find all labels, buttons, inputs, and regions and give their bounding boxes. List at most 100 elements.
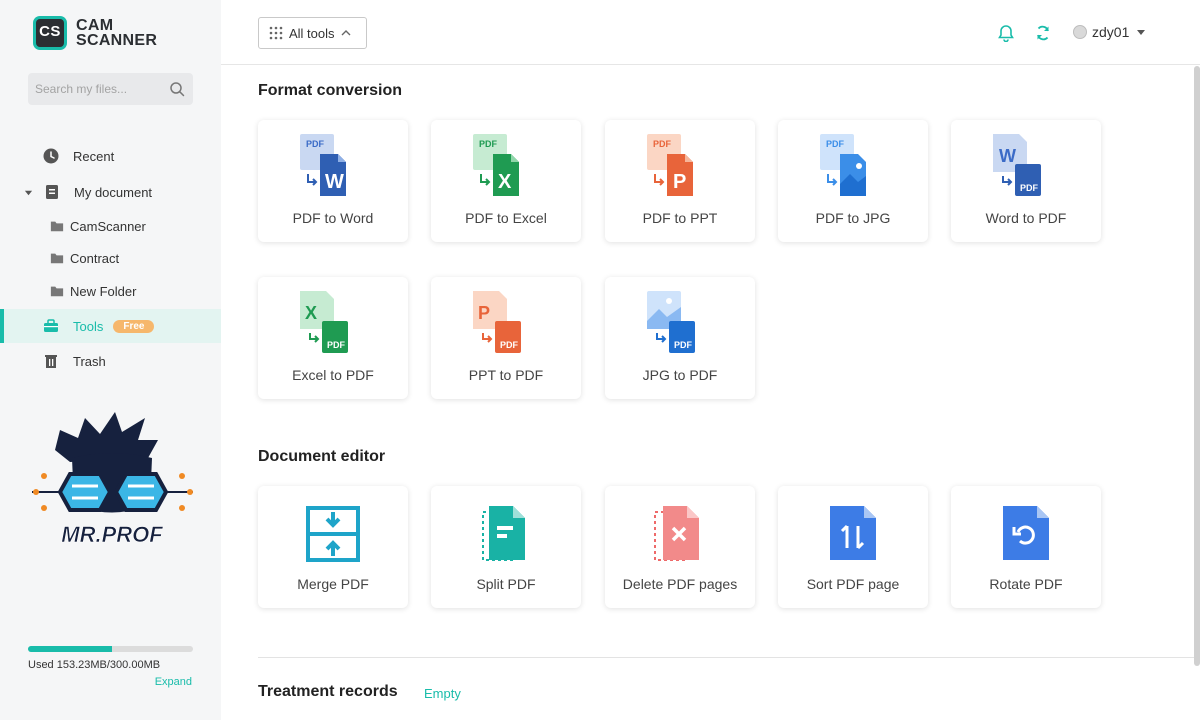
rotate-pdf-icon — [1003, 506, 1049, 560]
tool-label: Merge PDF — [297, 576, 369, 592]
svg-text:PDF: PDF — [500, 340, 519, 350]
tool-card-ppt-to-pdf[interactable]: P PDF PPT to PDF — [431, 277, 581, 399]
svg-text:X: X — [305, 303, 317, 323]
svg-text:MR.PROF: MR.PROF — [61, 522, 163, 547]
records-status: Empty — [424, 686, 461, 701]
tool-card-rotate-pdf[interactable]: Rotate PDF — [951, 486, 1101, 608]
sidebar-item-label: Contract — [70, 250, 120, 266]
svg-text:P: P — [478, 303, 490, 323]
tool-card-split-pdf[interactable]: Split PDF — [431, 486, 581, 608]
chevron-up-icon — [341, 30, 351, 36]
sidebar-item-contract[interactable]: Contract — [0, 242, 221, 274]
sidebar-item-label: Tools — [73, 318, 104, 334]
pdf-to-ppt-icon: PDF P — [647, 134, 693, 196]
svg-text:PDF: PDF — [826, 139, 845, 149]
toolbox-icon — [44, 319, 58, 332]
tool-label: Sort PDF page — [806, 576, 900, 592]
storage-bar-fill — [28, 646, 113, 652]
search-input[interactable] — [28, 73, 163, 105]
tool-card-merge-pdf[interactable]: Merge PDF — [258, 486, 408, 608]
tool-label: PDF to Excel — [465, 210, 547, 226]
bell-icon[interactable] — [997, 24, 1015, 42]
tool-label: PDF to Word — [292, 210, 374, 226]
sidebar-item-label: My document — [74, 184, 153, 200]
search-box — [28, 73, 193, 105]
sidebar-item-my-document[interactable]: My document — [0, 176, 221, 208]
tool-label: PDF to PPT — [642, 210, 718, 226]
tool-label: Rotate PDF — [989, 576, 1063, 592]
storage-indicator: Used 153.23MB/300.00MB Expand — [28, 646, 193, 688]
svg-text:PDF: PDF — [327, 340, 346, 350]
sidebar: CS CAM SCANNER Recent My document CamSca… — [0, 0, 221, 720]
svg-text:P: P — [673, 171, 686, 193]
storage-used-text: Used 153.23MB/300.00MB — [28, 659, 161, 671]
folder-icon — [50, 286, 64, 297]
pdf-to-excel-icon: PDF X — [473, 134, 519, 196]
delete-pages-icon — [654, 506, 699, 561]
caret-down-icon[interactable] — [24, 188, 33, 197]
section-divider — [258, 657, 1200, 658]
storage-bar — [28, 646, 193, 652]
tool-card-pdf-to-excel[interactable]: PDF X PDF to Excel — [431, 120, 581, 242]
trash-icon — [45, 355, 57, 368]
svg-text:PDF: PDF — [653, 139, 672, 149]
svg-text:W: W — [325, 171, 344, 193]
document-icon — [46, 185, 58, 199]
ppt-to-pdf-icon: P PDF — [473, 291, 521, 353]
sidebar-item-camscanner[interactable]: CamScanner — [0, 210, 221, 242]
folder-icon — [50, 253, 64, 264]
tool-card-word-to-pdf[interactable]: W PDF Word to PDF — [951, 120, 1101, 242]
grid-icon — [269, 26, 283, 40]
sidebar-item-label: CamScanner — [70, 218, 146, 234]
tool-label: Word to PDF — [985, 210, 1067, 226]
all-tools-button[interactable]: All tools — [258, 17, 367, 49]
tool-label: JPG to PDF — [642, 367, 718, 383]
tool-card-excel-to-pdf[interactable]: X PDF Excel to PDF — [258, 277, 408, 399]
free-badge: Free — [113, 319, 155, 333]
clock-icon — [43, 148, 59, 164]
avatar — [1073, 25, 1087, 39]
word-to-pdf-icon: W PDF — [993, 134, 1041, 196]
tool-label: Excel to PDF — [292, 367, 374, 383]
pdf-to-jpg-icon: PDF — [820, 134, 866, 196]
split-pdf-icon — [482, 506, 525, 561]
tool-label: Delete PDF pages — [622, 576, 738, 592]
tool-label: PPT to PDF — [468, 367, 544, 383]
folder-icon — [50, 221, 64, 232]
tool-card-jpg-to-pdf[interactable]: PDF JPG to PDF — [605, 277, 755, 399]
sidebar-item-label: Recent — [73, 148, 115, 164]
svg-text:X: X — [498, 171, 512, 193]
sync-icon[interactable] — [1034, 24, 1052, 42]
svg-text:PDF: PDF — [674, 340, 693, 350]
treatment-records-title: Treatment records — [258, 683, 398, 700]
svg-text:PDF: PDF — [1020, 183, 1039, 193]
logo-badge: CS — [33, 16, 67, 50]
all-tools-label: All tools — [289, 25, 335, 41]
sidebar-item-label: Trash — [73, 353, 106, 369]
sidebar-item-tools[interactable]: Tools Free — [0, 309, 221, 343]
tool-card-pdf-to-word[interactable]: PDF W PDF to Word — [258, 120, 408, 242]
sort-pages-icon — [830, 506, 876, 560]
excel-to-pdf-icon: X PDF — [300, 291, 348, 353]
caret-down-icon — [1137, 30, 1146, 35]
search-icon[interactable] — [169, 81, 185, 97]
sidebar-item-new-folder[interactable]: New Folder — [0, 275, 221, 307]
sidebar-item-recent[interactable]: Recent — [0, 140, 221, 172]
tool-label: Split PDF — [476, 576, 536, 592]
sidebar-item-trash[interactable]: Trash — [0, 345, 221, 377]
sidebar-item-label: New Folder — [70, 283, 137, 299]
top-header: All tools zdy01 — [221, 0, 1200, 65]
mr-prof-watermark: MR.PROF — [32, 412, 193, 547]
username: zdy01 — [1092, 24, 1130, 40]
user-menu[interactable]: zdy01 — [1073, 24, 1146, 40]
tool-card-pdf-to-ppt[interactable]: PDF P PDF to PPT — [605, 120, 755, 242]
tool-card-delete-pdf-pages[interactable]: Delete PDF pages — [605, 486, 755, 608]
expand-link[interactable]: Expand — [155, 676, 192, 688]
scrollbar[interactable] — [1194, 66, 1200, 666]
svg-text:W: W — [999, 146, 1016, 166]
tool-card-sort-pdf-page[interactable]: Sort PDF page — [778, 486, 928, 608]
jpg-to-pdf-icon: PDF — [647, 291, 695, 353]
tool-card-pdf-to-jpg[interactable]: PDF PDF to JPG — [778, 120, 928, 242]
merge-pdf-icon — [306, 506, 360, 562]
app-logo[interactable]: CS CAM SCANNER — [33, 16, 157, 50]
